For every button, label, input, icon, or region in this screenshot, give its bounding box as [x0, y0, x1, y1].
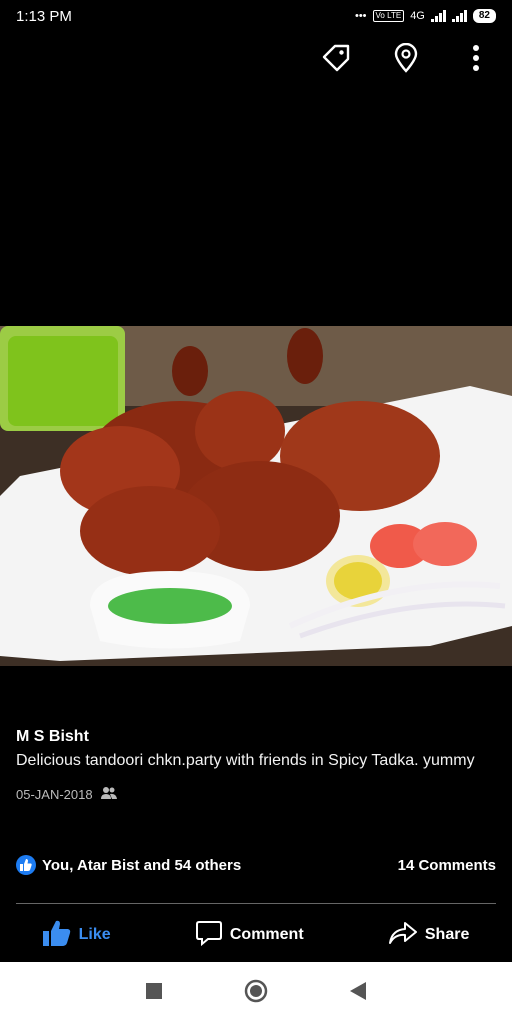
back-triangle-icon[interactable]	[350, 981, 366, 1005]
reactions-row: You, Atar Bist and 54 others 14 Comments	[16, 855, 496, 875]
reactions-summary[interactable]: You, Atar Bist and 54 others	[16, 855, 241, 875]
comment-button[interactable]: Comment	[195, 920, 304, 951]
like-button[interactable]: Like	[42, 920, 111, 951]
share-button[interactable]: Share	[388, 921, 470, 950]
share-label: Share	[424, 926, 470, 943]
more-options-icon[interactable]	[458, 40, 494, 76]
network-type: 4G	[410, 10, 425, 22]
post-info: M S Bisht Delicious tandoori chkn.party …	[16, 728, 496, 803]
recents-square-icon[interactable]	[146, 982, 162, 1004]
comment-icon	[195, 920, 222, 951]
signal-strength-icon	[430, 10, 446, 22]
post-author[interactable]: M S Bisht	[16, 728, 496, 746]
like-label: Like	[78, 926, 111, 943]
post-meta: 05-JAN-2018	[16, 786, 496, 803]
signal-strength-2-icon	[451, 10, 467, 22]
system-nav-bar	[0, 962, 512, 1024]
more-dots-icon: •••	[354, 10, 367, 22]
friends-privacy-icon[interactable]	[100, 786, 117, 803]
share-icon	[388, 921, 417, 950]
post-actions: Like Comment Share	[0, 912, 512, 958]
tag-icon[interactable]	[318, 40, 354, 76]
status-bar: 1:13 PM ••• Vo LTE 4G 82	[0, 0, 512, 32]
thumbs-up-icon	[42, 920, 71, 951]
status-icons: ••• Vo LTE 4G 82	[355, 9, 496, 23]
battery-icon: 82	[472, 9, 496, 23]
home-circle-icon[interactable]	[244, 979, 268, 1008]
post-caption: Delicious tandoori chkn.party with frien…	[16, 752, 475, 769]
photo-toolbar	[318, 40, 494, 76]
volte-icon: Vo LTE	[372, 10, 405, 22]
comments-count[interactable]: 14 Comments	[398, 857, 496, 874]
divider	[16, 903, 496, 904]
reactions-text: You, Atar Bist and 54 others	[42, 856, 242, 874]
comment-label: Comment	[229, 926, 304, 943]
post-date: 05-JAN-2018	[16, 787, 93, 802]
location-pin-icon[interactable]	[388, 40, 424, 76]
like-reaction-icon	[16, 855, 36, 875]
status-time: 1:13 PM	[16, 7, 72, 25]
post-photo[interactable]	[0, 326, 512, 666]
